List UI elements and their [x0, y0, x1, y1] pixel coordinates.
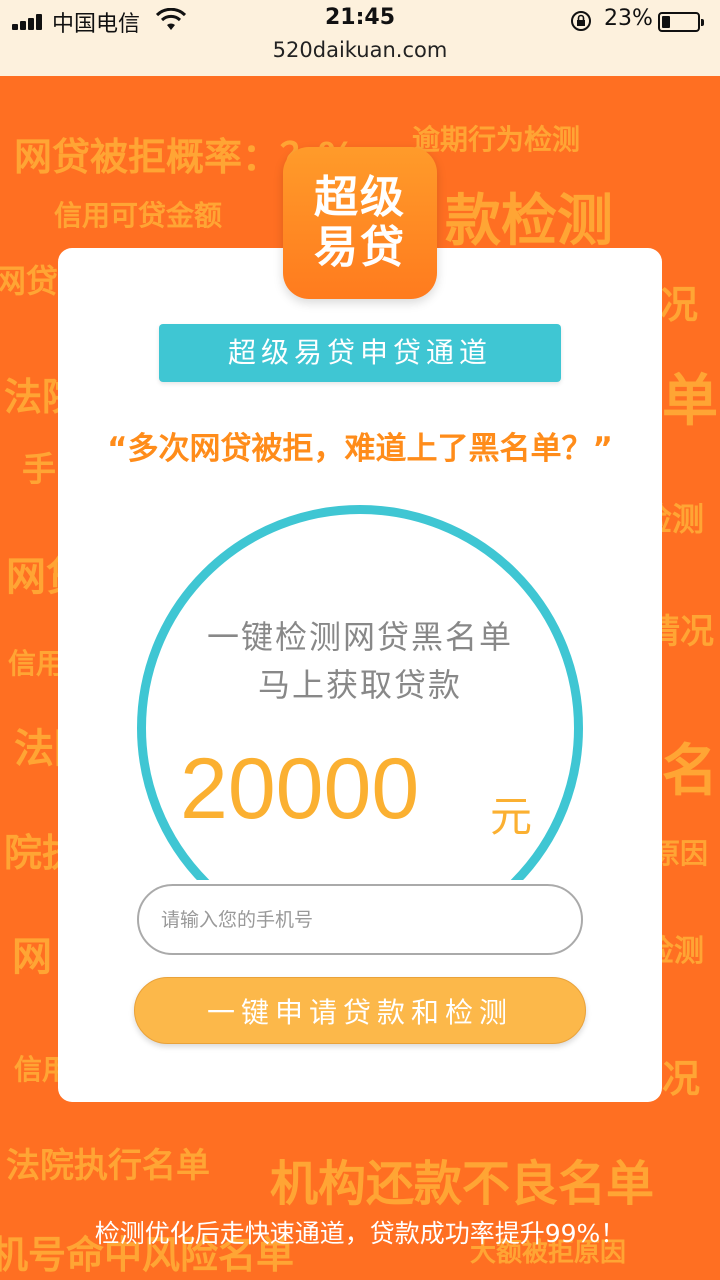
battery-icon [658, 12, 704, 32]
rotation-lock-icon [571, 11, 591, 31]
footer-note: 检测优化后走快速通道，贷款成功率提升99%！ [94, 1219, 626, 1248]
promo-line-2: 马上获取贷款 [257, 666, 462, 704]
promo-line-1: 一键检测网贷黑名单 [206, 618, 513, 656]
bg-word: 逾期行为检测 [412, 123, 581, 156]
bg-word: 网 [12, 934, 52, 980]
bg-word: 信用可贷金额 [54, 199, 223, 232]
page-url: 520daikuan.com [272, 38, 448, 62]
bg-word: 况 [660, 283, 699, 327]
channel-title-banner: 超级易贷申贷通道 [159, 324, 561, 382]
amount-unit: 元 [490, 792, 533, 841]
app-logo: 超级 易贷 [283, 147, 437, 299]
apply-loan-button[interactable]: 一键申请贷款和检测 [134, 977, 586, 1044]
bg-word: 信用 [8, 647, 65, 680]
bg-word: 款检测 [445, 189, 613, 254]
status-bar: 中国电信 21:45 23% 520daikuan.com [0, 0, 720, 76]
battery-percentage: 23% [604, 6, 653, 31]
bg-word: 名 [662, 739, 718, 804]
bg-word: 法院执行名单 [6, 1146, 210, 1186]
logo-text-line2: 易贷 [314, 222, 406, 273]
phone-number-input[interactable] [137, 884, 583, 955]
bg-word: 手 [22, 450, 56, 490]
bg-word: 网贷 [0, 262, 59, 300]
headline-quote: “多次网贷被拒，难道上了黑名单？” [107, 431, 613, 467]
bg-word: 况 [662, 1057, 701, 1101]
loan-amount: 20000 [180, 741, 420, 837]
bg-word: 机构还款不良名单 [270, 1156, 655, 1212]
logo-text-line1: 超级 [314, 172, 406, 223]
bg-word: 单 [662, 369, 718, 434]
